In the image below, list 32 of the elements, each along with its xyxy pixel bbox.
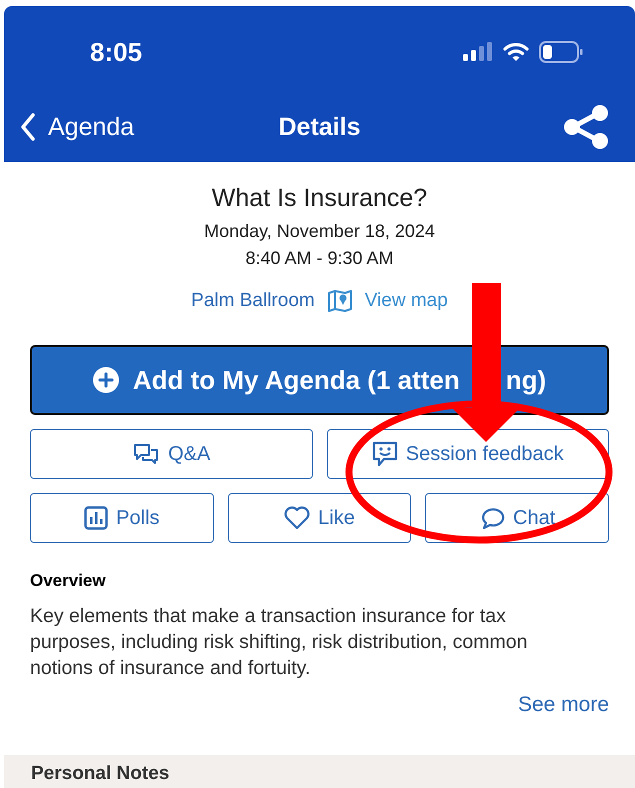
session-title: What Is Insurance? [210, 184, 428, 213]
map-icon [326, 289, 353, 313]
wifi-icon [503, 42, 529, 62]
back-label: Agenda [48, 112, 134, 142]
feedback-button[interactable]: Session feedback [326, 429, 609, 479]
session-time: 8:40 AM - 9:30 AM [244, 248, 395, 269]
bar-chart-icon [84, 506, 108, 530]
battery-icon [539, 41, 583, 63]
smiley-bubble-icon [372, 441, 398, 467]
status-time: 8:05 [90, 36, 142, 68]
plus-circle-icon [92, 367, 119, 393]
add-to-agenda-button[interactable]: Add to My Agenda (1 atten ng) [30, 345, 609, 415]
qa-button[interactable]: Q&A [30, 429, 312, 479]
see-more-link[interactable]: See more [518, 693, 609, 717]
signal-icon [463, 42, 493, 62]
section-title: Personal Notes [31, 763, 170, 784]
view-map-link[interactable]: View map [364, 290, 448, 312]
overview-text: Key elements that make a transaction insurance for tax purposes, including risk shifting, risk distribution, common notions of insurance and fortuity. [30, 604, 528, 681]
heart-icon [284, 506, 310, 530]
polls-button[interactable]: Polls [30, 493, 214, 543]
speech-bubbles-icon [132, 442, 160, 466]
overview-heading: Overview [30, 571, 107, 591]
like-button[interactable]: Like [228, 493, 412, 543]
back-link[interactable]: Agenda [20, 112, 134, 142]
share-icon[interactable] [563, 105, 609, 149]
speech-bubble-icon [479, 506, 506, 530]
page-title: Details [278, 112, 360, 142]
button-label: ng) [506, 364, 546, 396]
location-link[interactable]: Palm Ballroom [191, 290, 315, 312]
session-date: Monday, November 18, 2024 [203, 221, 436, 242]
chevron-left-icon [20, 113, 36, 141]
button-label: Add to My Agenda (1 atten [132, 364, 460, 396]
